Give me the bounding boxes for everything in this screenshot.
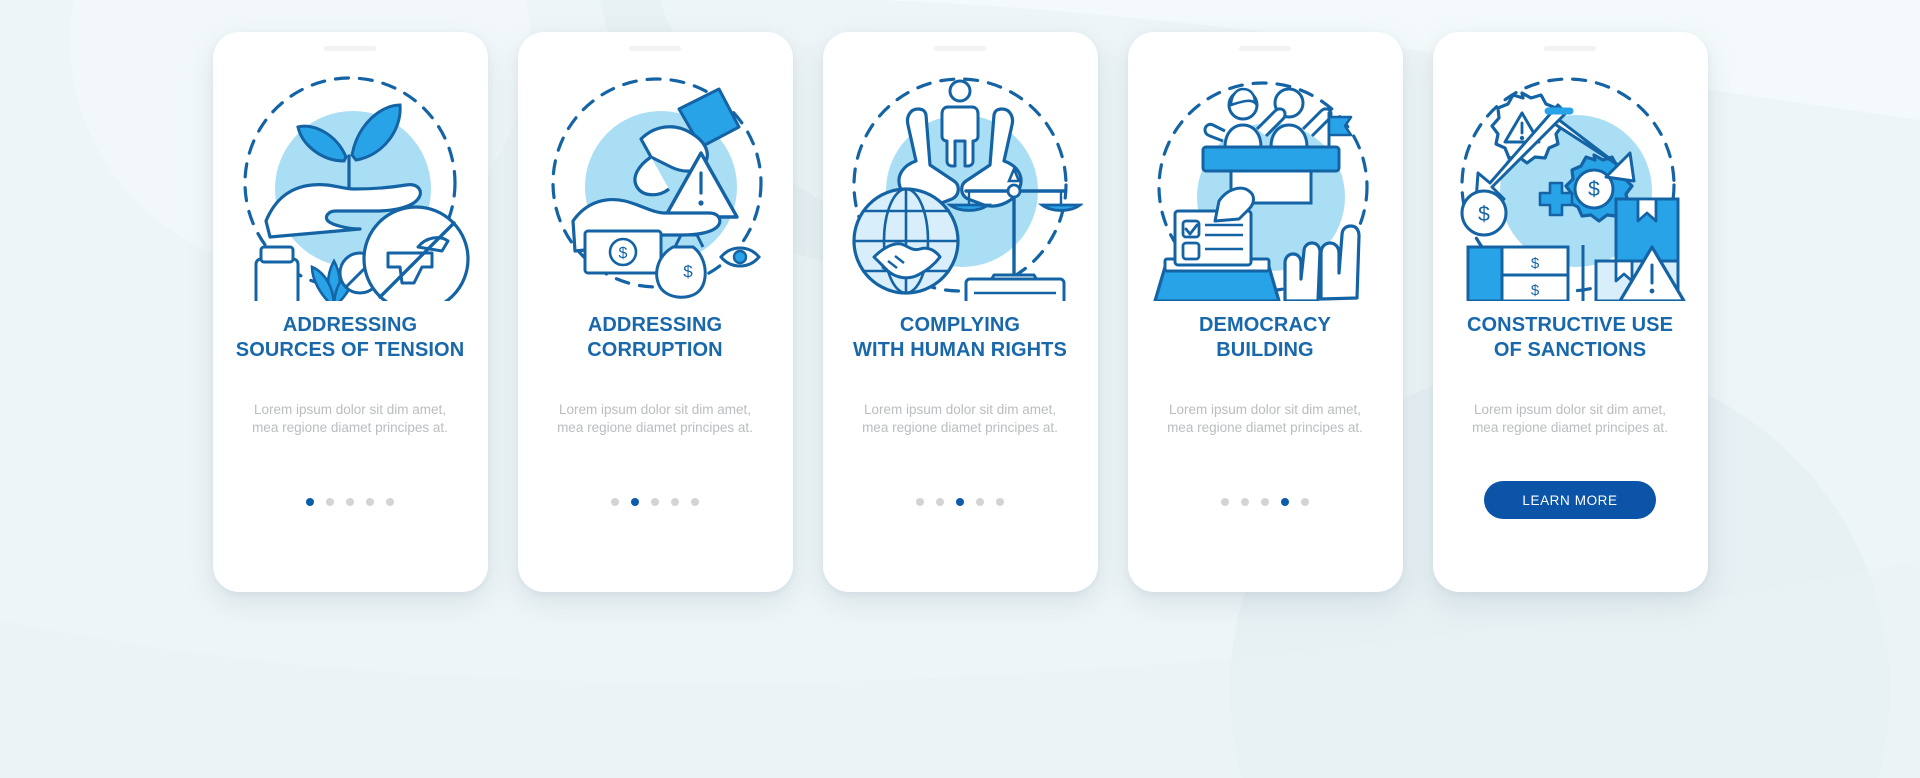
svg-text:$: $ [1530,282,1539,299]
pagination-dot[interactable] [651,498,659,506]
pagination-dot[interactable] [936,498,944,506]
pagination-dot[interactable] [691,498,699,506]
svg-text:$: $ [1530,255,1539,272]
screen-title: ADDRESSING SOURCES OF TENSION [235,314,465,361]
pagination-dot[interactable] [1281,498,1289,506]
svg-text:$: $ [1588,178,1600,201]
pagination-dots[interactable] [213,498,488,506]
hand-plant-drugs-weapon-illustration [242,76,470,301]
phone-speaker-notch [629,46,681,51]
ballot-box-voting-raised-hands-illustration [1152,81,1369,301]
gears-dollar-arrows-cargo-warning-illustration: $ $ $ $ [1459,77,1686,301]
screen-title: ADDRESSING CORRUPTION [587,314,723,361]
screen-description: Lorem ipsum dolor sit dim amet, mea regi… [862,402,1058,435]
pagination-dot[interactable] [1241,498,1249,506]
screen-title: COMPLYING WITH HUMAN RIGHTS [853,314,1067,361]
screen-description: Lorem ipsum dolor sit dim amet, mea regi… [1167,402,1363,435]
pagination-dot[interactable] [671,498,679,506]
pagination-dots[interactable] [1128,498,1403,506]
pagination-dot[interactable] [386,498,394,506]
pagination-dot[interactable] [956,498,964,506]
svg-text:$: $ [618,245,627,262]
pagination-dot[interactable] [996,498,1004,506]
screen-description: Lorem ipsum dolor sit dim amet, mea regi… [557,402,753,435]
svg-text:$: $ [1478,203,1490,226]
pagination-dots[interactable] [518,498,793,506]
onboarding-screen-constructive-use-of-sanctions[interactable]: $ $ $ $ CONSTRUCTIVE USE OF SANCTIONS Lo… [1432,32,1708,592]
pagination-dot[interactable] [1301,498,1309,506]
onboarding-screen-addressing-corruption[interactable]: $ $ ADDRESSING CORRUPTION Lorem ipsum do… [517,32,793,592]
screen-title: DEMOCRACY BUILDING [1198,314,1331,361]
pagination-dot[interactable] [326,498,334,506]
phone-speaker-notch [1544,46,1596,51]
phone-speaker-notch [324,46,376,51]
learn-more-button[interactable]: LEARN MORE [1484,481,1656,519]
pagination-dot[interactable] [611,498,619,506]
pagination-dot[interactable] [306,498,314,506]
pagination-dot[interactable] [1221,498,1229,506]
phone-speaker-notch [1239,46,1291,51]
pagination-dot[interactable] [976,498,984,506]
pagination-dot[interactable] [631,498,639,506]
onboarding-screens-row: ADDRESSING SOURCES OF TENSION Lorem ipsu… [0,0,1920,778]
screen-description: Lorem ipsum dolor sit dim amet, mea regi… [1472,402,1668,435]
screen-description: Lorem ipsum dolor sit dim amet, mea regi… [252,402,448,435]
pagination-dot[interactable] [346,498,354,506]
onboarding-screen-addressing-sources-of-tension[interactable]: ADDRESSING SOURCES OF TENSION Lorem ipsu… [212,32,488,592]
bribe-handshake-money-warning-illustration: $ $ [550,77,763,299]
hands-person-globe-scales-book-illustration [851,77,1083,301]
pagination-dot[interactable] [916,498,924,506]
pagination-dot[interactable] [366,498,374,506]
pagination-dots[interactable] [823,498,1098,506]
svg-text:$: $ [683,262,693,281]
onboarding-screen-democracy-building[interactable]: DEMOCRACY BUILDING Lorem ipsum dolor sit… [1127,32,1403,592]
screen-title: CONSTRUCTIVE USE OF SANCTIONS [1466,314,1674,361]
pagination-dot[interactable] [1261,498,1269,506]
onboarding-screen-complying-with-human-rights[interactable]: COMPLYING WITH HUMAN RIGHTS Lorem ipsum … [822,32,1098,592]
phone-speaker-notch [934,46,986,51]
